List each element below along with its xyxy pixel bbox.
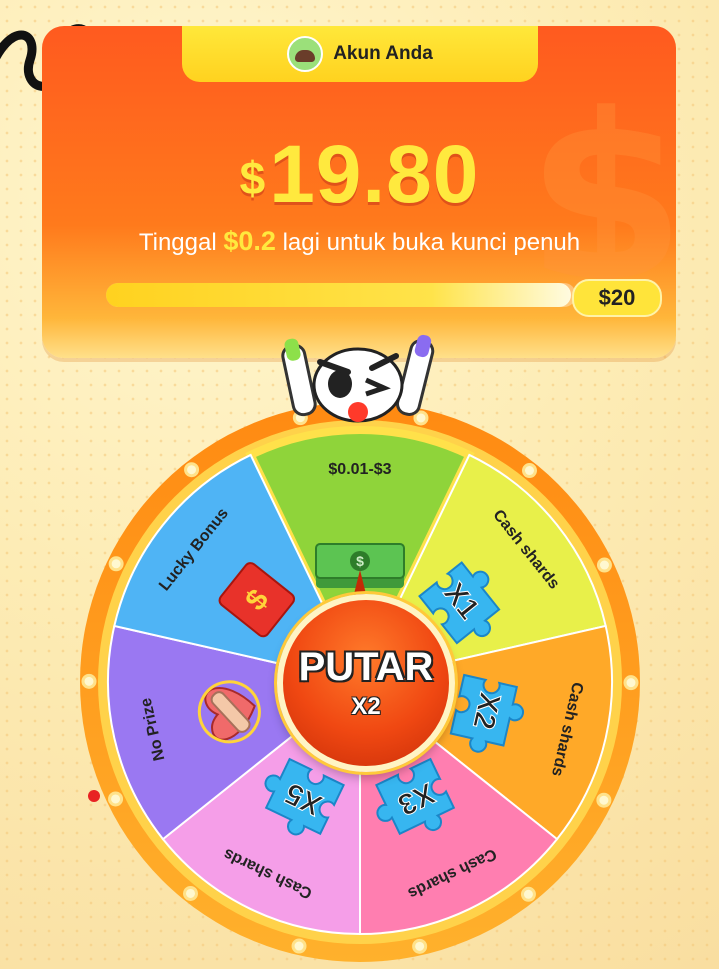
spin-button-label: PUTAR bbox=[298, 645, 434, 689]
mascot-icon bbox=[281, 334, 435, 423]
rim-light bbox=[81, 673, 97, 689]
wheel-segment-label: $0.01-$3 bbox=[328, 461, 391, 478]
rim-light bbox=[412, 938, 428, 954]
rim-light bbox=[596, 792, 612, 808]
rim-light bbox=[596, 557, 612, 573]
rim-light bbox=[413, 410, 429, 426]
red-dot-decoration bbox=[88, 790, 100, 802]
rim-light bbox=[520, 886, 536, 902]
prize-wheel: $0.01-$3 $ Cash shardsX1Cash shardsX2Cash… bbox=[80, 334, 640, 962]
rim-light bbox=[291, 938, 307, 954]
rim-light bbox=[521, 463, 537, 479]
svg-text:$: $ bbox=[356, 553, 364, 569]
spin-multiplier: X2 bbox=[351, 693, 381, 720]
rim-light bbox=[108, 791, 124, 807]
rim-light bbox=[184, 462, 200, 478]
rim-light bbox=[108, 556, 124, 572]
rim-light bbox=[183, 885, 199, 901]
spin-button[interactable]: PUTAR X2 bbox=[277, 594, 455, 772]
rim-light bbox=[623, 675, 639, 691]
